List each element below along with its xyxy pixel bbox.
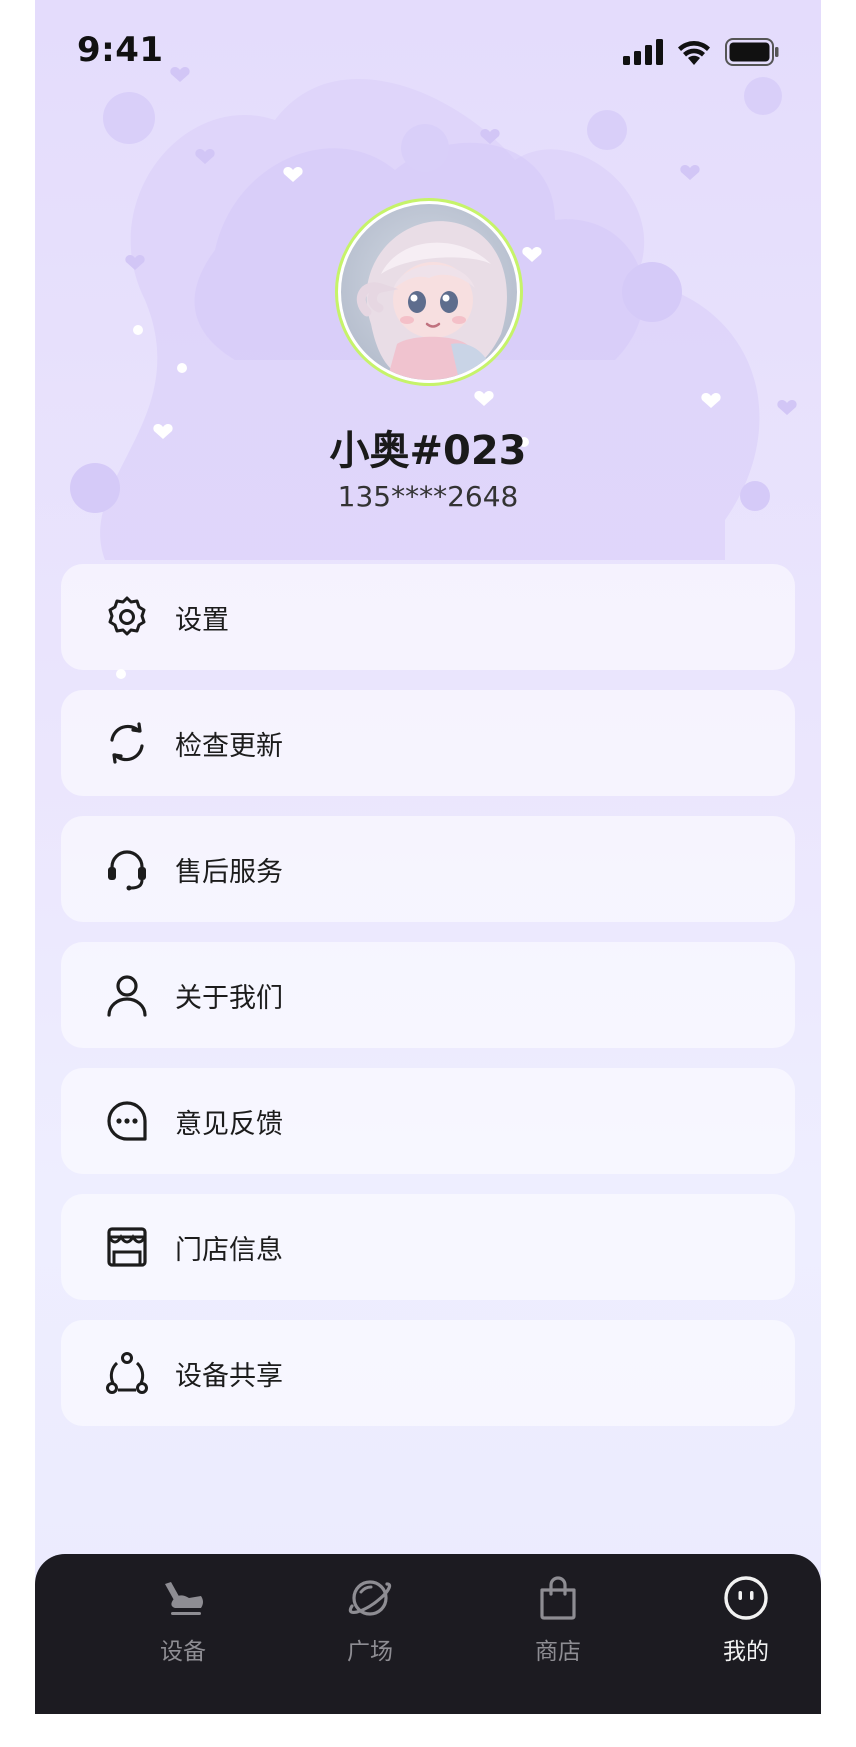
menu-item-label: 检查更新 [175,730,283,762]
wifi-icon [678,41,710,65]
user-name: 小奥#023 [329,428,527,474]
menu-item-device-share[interactable]: 设备共享 [61,1320,795,1426]
avatar-illustration [356,221,507,380]
gear-icon [103,593,151,641]
headset-icon [103,845,151,893]
tab-label: 广场 [347,1639,393,1665]
status-bar: 9:41 [35,0,821,100]
tab-bar: 设备 广场 商店 我的 [35,1554,821,1714]
smiley-face-icon [722,1574,770,1622]
tab-device[interactable]: 设备 [123,1574,243,1674]
menu-item-label: 门店信息 [175,1234,283,1266]
avatar[interactable] [335,198,523,386]
refresh-icon [103,719,151,767]
shopping-bag-icon [534,1574,582,1622]
tab-label: 我的 [723,1639,769,1665]
tab-plaza[interactable]: 广场 [310,1574,430,1674]
profile-screen: 9:41 小奥#023 135****2648 设置 检查更新 售后服务 关于我… [35,0,821,1714]
tab-mine[interactable]: 我的 [686,1574,806,1674]
menu-item-check-update[interactable]: 检查更新 [61,690,795,796]
menu-item-about-us[interactable]: 关于我们 [61,942,795,1048]
tab-label: 商店 [535,1639,581,1665]
menu-item-settings[interactable]: 设置 [61,564,795,670]
menu-list: 设置 检查更新 售后服务 关于我们 意见反馈 门店信息 设备共享 [61,564,795,1446]
menu-item-store-info[interactable]: 门店信息 [61,1194,795,1300]
status-time: 9:41 [77,30,164,70]
share-nodes-icon [103,1349,151,1397]
tab-store[interactable]: 商店 [498,1574,618,1674]
menu-item-label: 设备共享 [175,1360,283,1392]
menu-item-after-sales[interactable]: 售后服务 [61,816,795,922]
menu-item-label: 设置 [175,604,229,636]
device-icon [159,1574,207,1622]
status-icons [623,38,779,66]
signal-icon [623,39,663,65]
avatar-image [338,201,520,383]
menu-item-label: 意见反馈 [175,1108,283,1140]
planet-icon [346,1574,394,1622]
person-icon [103,971,151,1019]
tab-label: 设备 [160,1639,206,1665]
menu-item-feedback[interactable]: 意见反馈 [61,1068,795,1174]
battery-icon [725,38,779,66]
menu-item-label: 售后服务 [175,856,283,888]
menu-item-label: 关于我们 [175,982,283,1014]
chat-bubble-icon [103,1097,151,1145]
store-icon [103,1223,151,1271]
user-phone: 135****2648 [337,480,519,513]
